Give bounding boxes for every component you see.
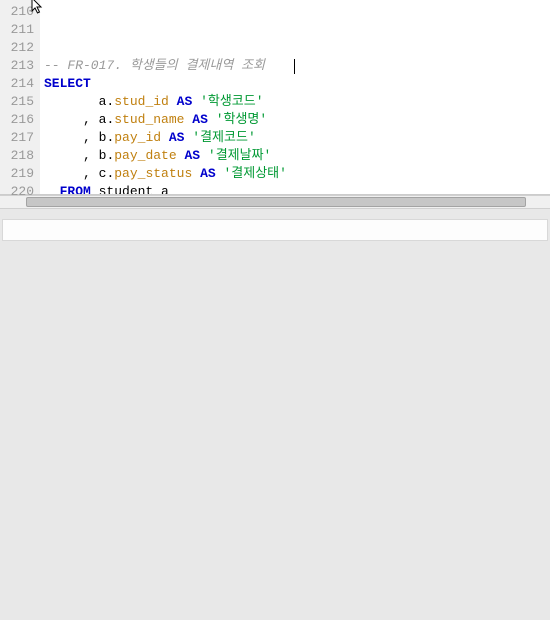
code-token: AS xyxy=(184,148,200,163)
code-token: AS xyxy=(192,112,208,127)
code-token xyxy=(44,130,83,145)
code-token xyxy=(192,94,200,109)
code-token: stud_id xyxy=(114,94,169,109)
code-token: pay_id xyxy=(114,130,161,145)
line-number: 211 xyxy=(4,21,34,39)
code-token xyxy=(161,130,169,145)
code-token xyxy=(44,166,83,181)
code-token xyxy=(44,184,60,194)
code-line[interactable]: , b.pay_id AS '결제코드' xyxy=(44,129,550,147)
code-line[interactable]: SELECT xyxy=(44,75,550,93)
code-token: -- FR-017. 학생들의 결제내역 조회 xyxy=(44,58,265,73)
code-token: FROM xyxy=(60,184,91,194)
code-token: AS xyxy=(200,166,216,181)
code-token: , xyxy=(83,130,91,145)
code-token: b xyxy=(91,148,107,163)
code-token: '결제코드' xyxy=(192,130,255,145)
code-token: , xyxy=(83,166,91,181)
code-token xyxy=(192,166,200,181)
code-area[interactable]: -- FR-017. 학생들의 결제내역 조회 SELECT a.stud_id … xyxy=(40,0,550,194)
code-token: SELECT xyxy=(44,76,91,91)
code-token: pay_status xyxy=(114,166,192,181)
code-token: student a xyxy=(91,184,169,194)
line-number: 212 xyxy=(4,39,34,57)
code-token xyxy=(44,112,83,127)
code-token xyxy=(44,148,83,163)
code-token: '학생코드' xyxy=(200,94,263,109)
code-line[interactable]: , b.pay_date AS '결제날짜' xyxy=(44,147,550,165)
code-token: pay_date xyxy=(114,148,176,163)
code-token: , xyxy=(83,112,91,127)
code-token xyxy=(216,166,224,181)
line-number: 213 xyxy=(4,57,34,75)
code-token: AS xyxy=(169,130,185,145)
code-editor[interactable]: 210211212213214215216217218219220 -- FR-… xyxy=(0,0,550,195)
code-line[interactable]: , c.pay_status AS '결제상태' xyxy=(44,165,550,183)
code-token: a xyxy=(44,94,106,109)
line-number: 217 xyxy=(4,129,34,147)
line-number: 216 xyxy=(4,111,34,129)
line-number: 219 xyxy=(4,165,34,183)
line-number-gutter: 210211212213214215216217218219220 xyxy=(0,0,40,194)
code-token: '결제상태' xyxy=(224,166,287,181)
code-token: AS xyxy=(177,94,193,109)
text-cursor xyxy=(294,59,295,74)
results-pane-header[interactable] xyxy=(2,219,548,241)
code-token: b xyxy=(91,130,107,145)
code-line[interactable]: a.stud_id AS '학생코드' xyxy=(44,93,550,111)
code-line[interactable]: -- FR-017. 학생들의 결제내역 조회 xyxy=(44,57,550,75)
line-number: 215 xyxy=(4,93,34,111)
horizontal-scrollbar-thumb[interactable] xyxy=(26,197,526,207)
code-token: '학생명' xyxy=(216,112,267,127)
code-token xyxy=(169,94,177,109)
code-token: a xyxy=(91,112,107,127)
code-line[interactable]: FROM student a xyxy=(44,183,550,194)
code-line[interactable]: , a.stud_name AS '학생명' xyxy=(44,111,550,129)
code-token xyxy=(200,148,208,163)
code-token: , xyxy=(83,148,91,163)
code-token: c xyxy=(91,166,107,181)
horizontal-scrollbar[interactable] xyxy=(0,195,550,209)
line-number: 210 xyxy=(4,3,34,21)
code-token: stud_name xyxy=(114,112,184,127)
code-token: '결제날짜' xyxy=(208,148,271,163)
line-number: 214 xyxy=(4,75,34,93)
line-number: 218 xyxy=(4,147,34,165)
code-token xyxy=(208,112,216,127)
